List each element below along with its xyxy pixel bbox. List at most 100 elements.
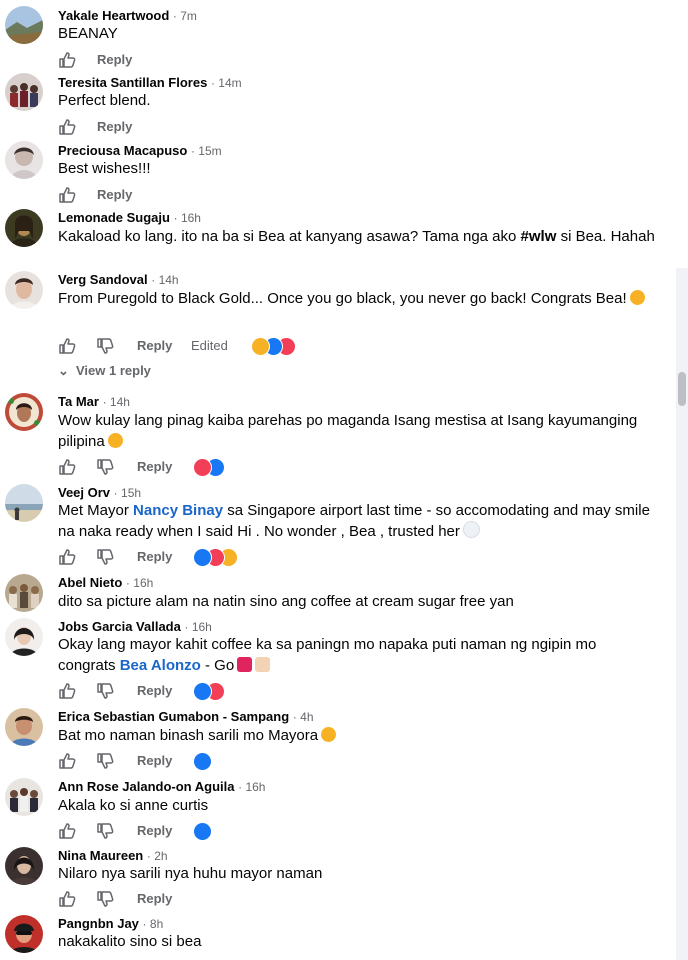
like-icon[interactable] (58, 185, 78, 205)
comments-list: Yakale Heartwood · 7m BEANAY Reply Teres… (0, 0, 676, 960)
mention-link[interactable]: Bea Alonzo (120, 657, 201, 674)
comment-text-part: Met Mayor (58, 502, 134, 519)
commenter-name[interactable]: Ann Rose Jalando-on Aguila (58, 779, 234, 794)
reply-button[interactable]: Reply (137, 549, 172, 564)
like-reaction-icon (193, 682, 212, 701)
comment-text-part: Bat mo naman binash sarili mo Mayora (58, 727, 319, 744)
comment-time[interactable]: 16h (133, 576, 153, 590)
reply-button[interactable]: Reply (97, 119, 132, 134)
comment-text: Met Mayor Nancy Binay sa Singapore airpo… (58, 500, 658, 542)
like-icon[interactable] (58, 457, 78, 477)
hashtag-link[interactable]: #wlw (521, 228, 557, 245)
comment-time[interactable]: 15m (198, 144, 221, 158)
avatar[interactable] (5, 141, 43, 179)
dislike-icon[interactable] (96, 547, 116, 567)
comment-text: Kakaload ko lang. ito na ba si Bea at ka… (58, 226, 658, 247)
avatar[interactable] (5, 574, 43, 612)
commenter-name[interactable]: Teresita Santillan Flores (58, 75, 207, 90)
like-icon[interactable] (58, 889, 78, 909)
like-icon[interactable] (58, 547, 78, 567)
reply-button[interactable]: Reply (137, 459, 172, 474)
comment-text-part: si Bea. Hahah (556, 228, 655, 245)
comment-text: Best wishes!!! (58, 160, 151, 177)
avatar[interactable] (5, 778, 43, 816)
comment-text: Nilaro nya sarili nya huhu mayor naman (58, 865, 323, 882)
commenter-name[interactable]: Pangnbn Jay (58, 916, 139, 931)
commenter-name[interactable]: Erica Sebastian Gumabon - Sampang (58, 709, 289, 724)
avatar[interactable] (5, 209, 43, 247)
reply-button[interactable]: Reply (97, 187, 132, 202)
comment-time[interactable]: 16h (181, 211, 201, 225)
dislike-icon[interactable] (96, 336, 116, 356)
comment-time[interactable]: 8h (150, 917, 163, 931)
comment-text: Akala ko si anne curtis (58, 797, 209, 814)
comment-text-part: Kakaload ko lang. ito na ba si Bea at ka… (58, 228, 521, 245)
like-reaction-icon (193, 548, 212, 567)
comment-time[interactable]: 16h (192, 620, 212, 634)
avatar[interactable] (5, 915, 43, 953)
smiling-emoji-icon (107, 433, 123, 448)
avatar[interactable] (5, 618, 43, 656)
like-icon[interactable] (58, 751, 78, 771)
reply-button[interactable]: Reply (97, 52, 132, 67)
avatar[interactable] (5, 393, 43, 431)
dislike-icon[interactable] (96, 889, 116, 909)
reply-button[interactable]: Reply (137, 753, 172, 768)
like-icon[interactable] (58, 681, 78, 701)
comment-text: BEANAY (58, 25, 118, 42)
reply-button[interactable]: Reply (137, 683, 172, 698)
comment-time[interactable]: 14h (110, 395, 130, 409)
comment-time[interactable]: 16h (245, 780, 265, 794)
dislike-icon[interactable] (96, 681, 116, 701)
commenter-name[interactable]: Veej Orv (58, 485, 110, 500)
like-reaction-icon (193, 822, 212, 841)
comment-text: Okay lang mayor kahit coffee ka sa panin… (58, 634, 658, 676)
comment-text: dito sa picture alam na natin sino ang c… (58, 593, 514, 610)
reply-button[interactable]: Reply (137, 338, 172, 353)
dislike-icon[interactable] (96, 751, 116, 771)
reply-button[interactable]: Reply (137, 823, 172, 838)
reply-button[interactable]: Reply (137, 891, 172, 906)
love-reaction-icon (193, 458, 212, 477)
dislike-icon[interactable] (96, 457, 116, 477)
avatar[interactable] (5, 708, 43, 746)
view-replies-link[interactable]: ⌄ View 1 reply (58, 363, 151, 379)
like-icon[interactable] (58, 117, 78, 137)
comment-text: nakakalito sino si bea (58, 933, 202, 950)
commenter-name[interactable]: Lemonade Sugaju (58, 210, 170, 225)
laughing-emoji-icon (321, 727, 337, 742)
comment-text: Perfect blend. (58, 92, 151, 109)
avatar[interactable] (5, 484, 43, 522)
commenter-name[interactable]: Ta Mar (58, 394, 99, 409)
comment-time[interactable]: 14h (159, 273, 179, 287)
haha-reaction-icon (251, 337, 270, 356)
scrollbar-thumb[interactable] (678, 372, 686, 406)
comment-text: From Puregold to Black Gold... Once you … (58, 288, 658, 309)
commenter-name[interactable]: Abel Nieto (58, 575, 122, 590)
folded-hands-emoji-icon (255, 657, 271, 672)
dislike-icon[interactable] (96, 821, 116, 841)
mention-link[interactable]: Nancy Binay (133, 502, 223, 519)
commenter-name[interactable]: Preciousa Macapuso (58, 143, 187, 158)
chevron-down-icon: ⌄ (58, 363, 69, 378)
commenter-name[interactable]: Yakale Heartwood (58, 8, 169, 23)
commenter-name[interactable]: Jobs Garcia Vallada (58, 619, 181, 634)
comment-text-part: Wow kulay lang pinag kaiba parehas po ma… (58, 412, 638, 450)
avatar[interactable] (5, 73, 43, 111)
avatar[interactable] (5, 271, 43, 309)
like-icon[interactable] (58, 821, 78, 841)
comment-time[interactable]: 14m (218, 76, 241, 90)
like-reaction-icon (193, 752, 212, 771)
view-replies-label: View 1 reply (76, 363, 151, 378)
heart-emoji-icon (462, 521, 480, 538)
like-icon[interactable] (58, 336, 78, 356)
avatar[interactable] (5, 847, 43, 885)
comment-time[interactable]: 4h (300, 710, 313, 724)
comment-time[interactable]: 15h (121, 486, 141, 500)
comment-time[interactable]: 7m (180, 9, 197, 23)
comment-time[interactable]: 2h (154, 849, 167, 863)
commenter-name[interactable]: Verg Sandoval (58, 272, 148, 287)
avatar[interactable] (5, 6, 43, 44)
like-icon[interactable] (58, 50, 78, 70)
commenter-name[interactable]: Nina Maureen (58, 848, 143, 863)
